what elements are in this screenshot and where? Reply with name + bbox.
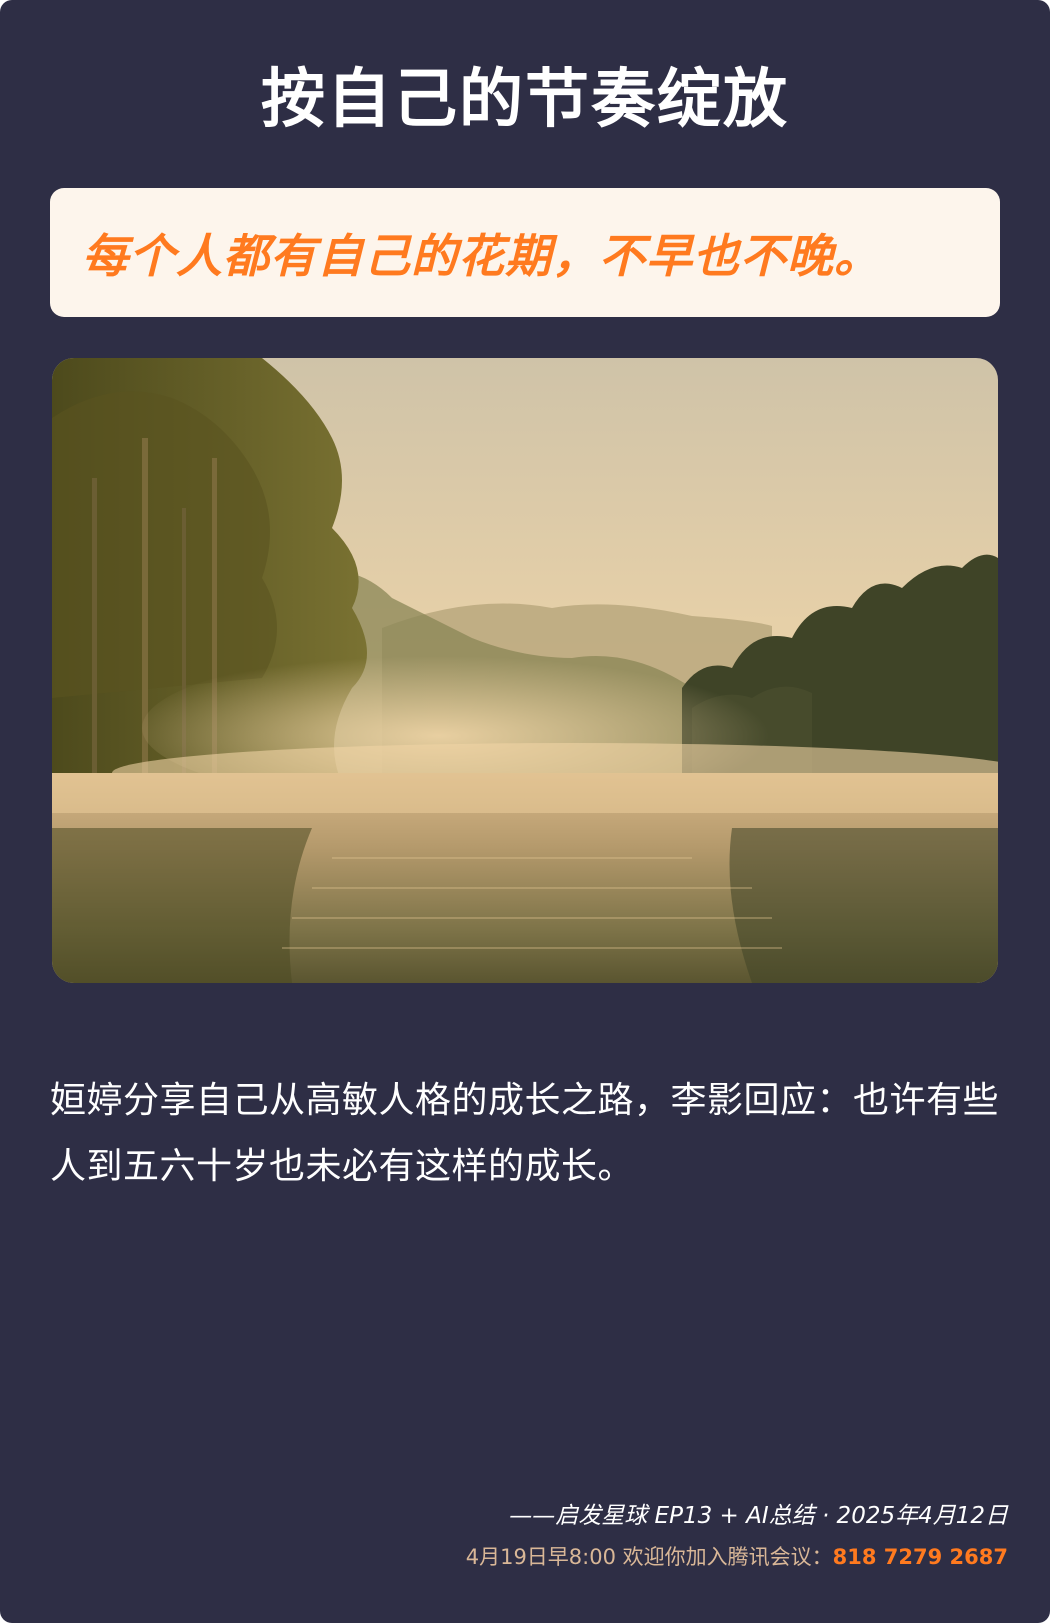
meeting-info: 4月19日早8:00 欢迎你加入腾讯会议：818 7279 2687 [466,1541,1008,1571]
meeting-number[interactable]: 818 7279 2687 [833,1545,1008,1569]
meeting-text: 4月19日早8:00 欢迎你加入腾讯会议： [465,1545,833,1569]
description-text: 姮婷分享自己从高敏人格的成长之路，李影回应：也许有些人到五六十岁也未必有这样的成… [50,1080,1000,1187]
source-credit: ——启发星球 EP13 + AI总结 · 2025年4月12日 [509,1503,1008,1529]
misty-lake-image [52,358,998,983]
lake-photo [52,358,998,983]
quote-text: 每个人都有自己的花期，不早也不晚。 [82,228,881,283]
poster-card: 按自己的节奏绽放 每个人都有自己的花期，不早也不晚。 姮婷分享自己从高敏人格的成… [0,0,1050,1623]
quote-box: 每个人都有自己的花期，不早也不晚。 [50,188,1000,317]
page-title: 按自己的节奏绽放 [261,63,789,137]
